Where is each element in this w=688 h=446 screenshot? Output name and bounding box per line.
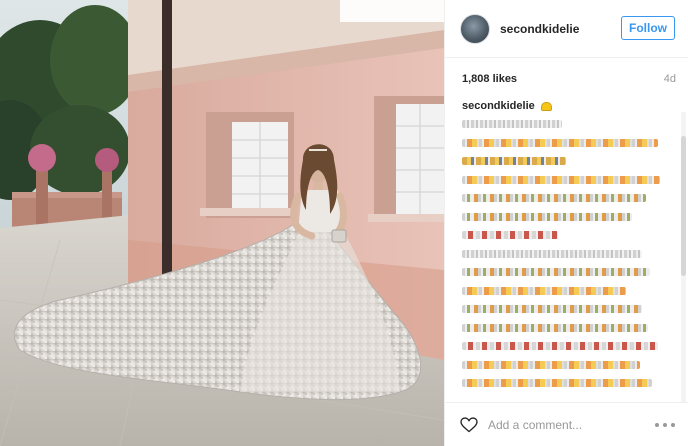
post-header: secondkidelie Follow	[445, 0, 688, 58]
blurred-line	[462, 138, 658, 147]
more-dot	[655, 423, 659, 427]
caption-username[interactable]: secondkidelie	[462, 100, 535, 112]
blurred-line	[462, 360, 640, 369]
likes-count[interactable]: 1,808 likes	[462, 73, 517, 85]
header-username[interactable]: secondkidelie	[500, 22, 579, 36]
blurred-line	[462, 249, 642, 258]
blurred-line	[462, 157, 566, 165]
heart-icon[interactable]	[460, 416, 478, 433]
blurred-line	[462, 286, 626, 295]
likes-row: 1,808 likes 4d	[462, 71, 676, 87]
blurred-line	[462, 231, 558, 239]
comment-footer	[445, 402, 688, 446]
more-options-icon[interactable]	[655, 419, 675, 431]
blurred-line	[462, 194, 646, 202]
blurred-line	[462, 323, 648, 332]
more-dot	[663, 423, 667, 427]
blurred-line	[462, 120, 562, 128]
blurred-line	[462, 212, 632, 221]
photo-illustration	[0, 0, 444, 446]
follow-button[interactable]: Follow	[621, 16, 675, 40]
post-time[interactable]: 4d	[664, 73, 676, 85]
comments-area: secondkidelie	[462, 98, 672, 398]
blurred-line	[462, 268, 650, 276]
scrollbar-thumb[interactable]	[681, 136, 686, 276]
moon-emoji-icon	[540, 101, 552, 111]
comments-scrollbar[interactable]	[681, 112, 686, 402]
blurred-comments	[462, 120, 672, 387]
more-dot	[671, 423, 675, 427]
blurred-line	[462, 305, 642, 313]
post-sidebar: secondkidelie Follow 1,808 likes 4d seco…	[444, 0, 688, 446]
blurred-line	[462, 379, 652, 387]
comment-input[interactable]	[488, 414, 648, 435]
avatar[interactable]	[460, 13, 490, 44]
blurred-line	[462, 175, 660, 184]
blurred-line	[462, 342, 658, 350]
post-photo	[0, 0, 444, 446]
caption-header: secondkidelie	[462, 98, 672, 114]
